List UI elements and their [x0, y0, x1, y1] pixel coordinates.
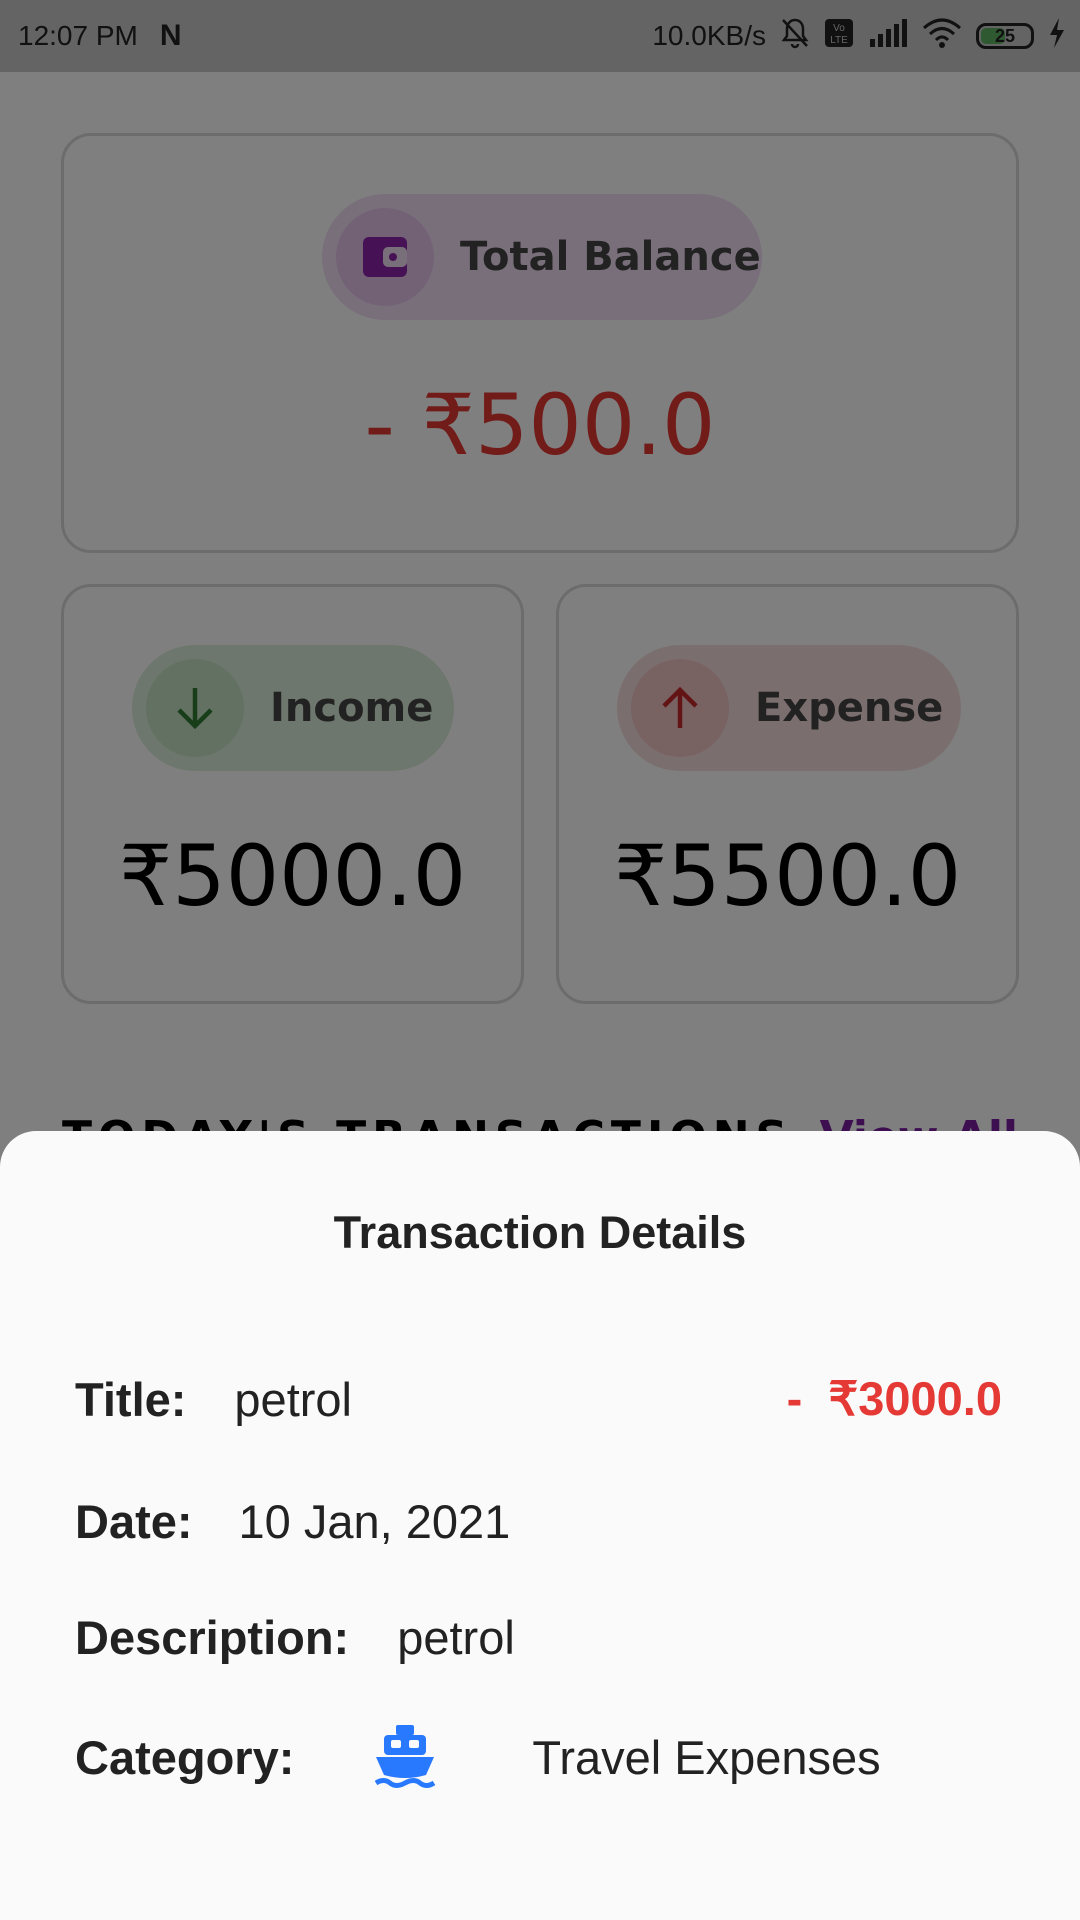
date-label: Date: [75, 1495, 193, 1548]
category-value: Travel Expenses [532, 1730, 881, 1784]
sheet-title: Transaction Details [333, 1207, 747, 1258]
date-row: Date: 10 Jan, 2021 [75, 1494, 510, 1549]
date-value: 10 Jan, 2021 [238, 1495, 511, 1548]
transaction-details-sheet: Transaction Details Title: petrol - ₹300… [0, 1131, 1080, 1920]
title-label: Title: [75, 1373, 187, 1426]
description-value: petrol [397, 1611, 515, 1664]
title-value: petrol [234, 1373, 352, 1426]
transaction-amount: - ₹3000.0 [786, 1372, 1002, 1425]
category-label: Category: [75, 1730, 295, 1784]
description-label: Description: [75, 1611, 350, 1664]
ship-icon [374, 1723, 436, 1791]
description-row: Description: petrol [75, 1610, 515, 1665]
title-row: Title: petrol [75, 1372, 352, 1427]
category-row: Category: Travel Expenses [75, 1723, 881, 1791]
